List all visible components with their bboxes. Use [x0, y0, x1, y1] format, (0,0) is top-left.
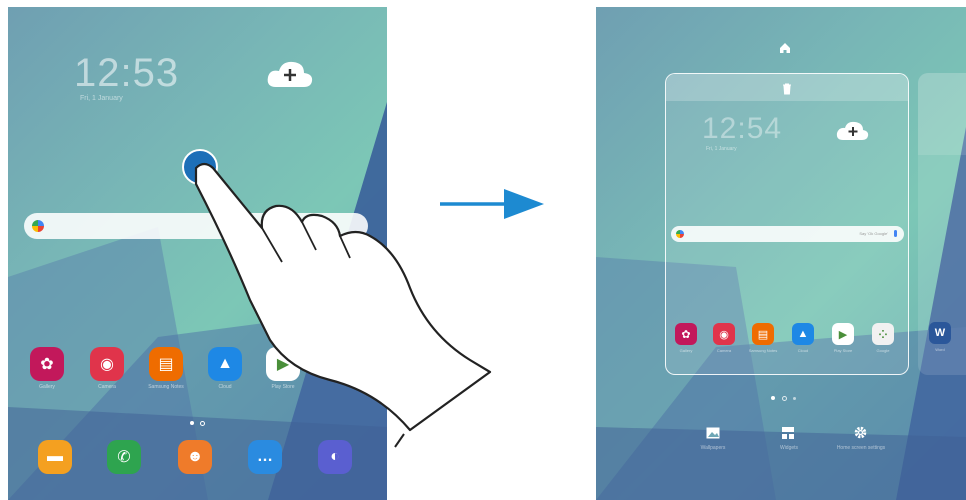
hand-gesture-illustration — [194, 162, 492, 448]
image-option-button[interactable] — [706, 426, 720, 440]
google-icon — [676, 230, 684, 238]
cloud-add-icon[interactable] — [836, 120, 870, 147]
page-indicator — [782, 396, 787, 401]
google-icon: ⁘ — [878, 328, 888, 341]
app-icon-word[interactable]: W — [929, 322, 951, 344]
gear-icon — [854, 426, 867, 443]
camera-icon: ◉ — [719, 328, 729, 341]
page-header — [918, 73, 966, 155]
app-icon-camera[interactable]: ◉ — [713, 323, 735, 345]
clock-widget-time: 12:54 — [702, 112, 783, 145]
option-label: Wallpapers — [700, 445, 726, 451]
search-hint: Say 'Ok Google' — [859, 231, 888, 236]
app-icon-cloud[interactable]: ▲ — [792, 323, 814, 345]
clock-widget-date: Fri, 1 January — [706, 146, 737, 152]
google-search-bar[interactable]: Say 'Ok Google' — [671, 226, 904, 242]
image-icon — [706, 426, 720, 443]
gallery-icon: ✿ — [681, 328, 691, 341]
app-label: Camera — [716, 348, 732, 353]
mic-icon[interactable] — [894, 230, 897, 237]
option-label: Home screen settings — [836, 445, 886, 451]
add-page-indicator — [793, 397, 796, 400]
app-label: Cloud — [797, 348, 809, 353]
cloud-icon: ▲ — [797, 328, 809, 340]
page-indicator-active — [771, 396, 775, 400]
samsung-notes-icon: ▤ — [757, 328, 769, 341]
app-icon-play-store[interactable]: ▶ — [832, 323, 854, 345]
play-store-icon: ▶ — [838, 328, 848, 341]
option-label: Widgets — [779, 445, 799, 451]
gear-option-button[interactable] — [854, 426, 868, 440]
app-label: Play Store — [833, 348, 853, 353]
widgets-icon — [782, 426, 794, 443]
app-label: Samsung Notes — [748, 348, 778, 353]
home-page-preview[interactable]: 12:54 Fri, 1 January Say 'Ok Google' ✿ Ga… — [665, 73, 909, 375]
app-icon-google[interactable]: ⁘ — [872, 323, 894, 345]
word-icon: W — [934, 327, 946, 339]
next-page-preview[interactable]: W Word — [918, 73, 966, 375]
arrow-icon — [440, 189, 544, 219]
app-icon-samsung-notes[interactable]: ▤ — [752, 323, 774, 345]
trash-icon[interactable] — [782, 82, 792, 100]
app-label: Word — [935, 347, 945, 352]
home-icon[interactable] — [779, 41, 791, 59]
app-icon-gallery[interactable]: ✿ — [675, 323, 697, 345]
home-screen-edit-mode: 12:54 Fri, 1 January Say 'Ok Google' ✿ Ga… — [596, 7, 966, 500]
app-label: Google — [876, 348, 890, 353]
widgets-option-button[interactable] — [782, 426, 796, 440]
